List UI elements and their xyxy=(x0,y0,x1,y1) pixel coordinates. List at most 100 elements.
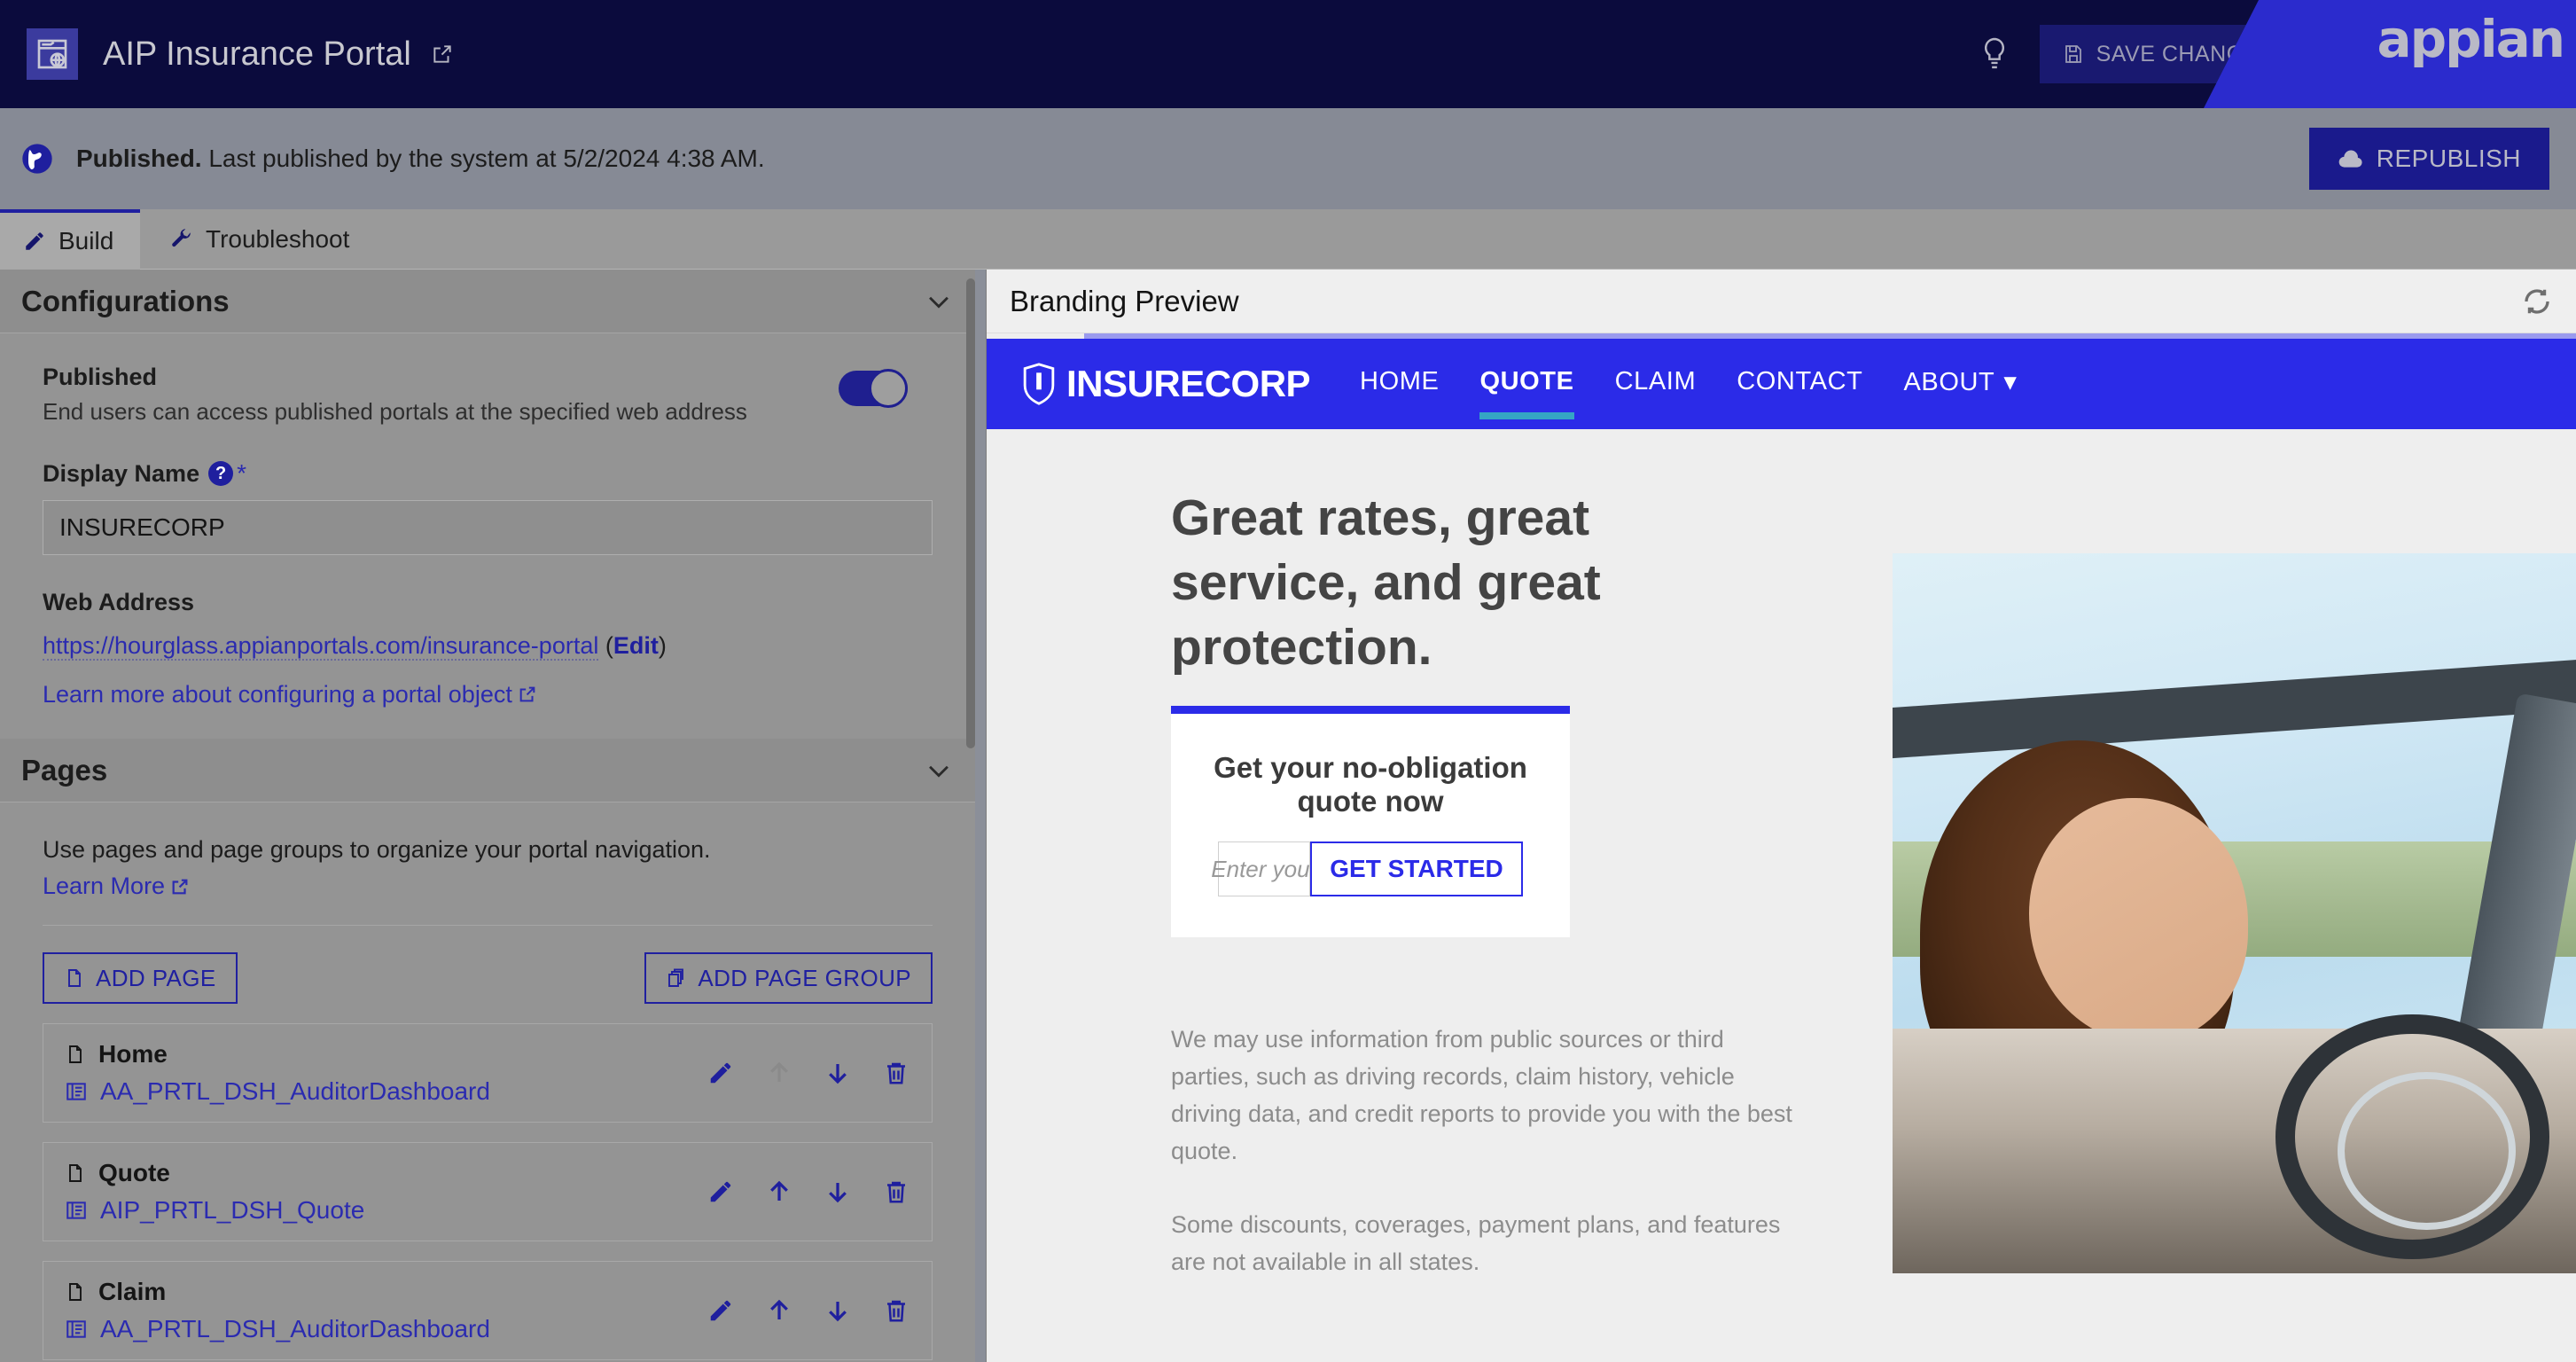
left-panel-scrollbar[interactable] xyxy=(966,270,975,1362)
chevron-down-icon: ▾ xyxy=(2003,367,2018,396)
web-address-link[interactable]: https://hourglass.appianportals.com/insu… xyxy=(43,632,599,661)
move-page-down-button[interactable] xyxy=(824,1296,852,1325)
quote-email-input[interactable]: Enter your xyxy=(1211,841,1317,896)
pencil-icon xyxy=(710,1062,731,1084)
move-page-down-button[interactable] xyxy=(824,1178,852,1206)
arrow-down-icon xyxy=(829,1302,847,1322)
scrollbar-thumb[interactable] xyxy=(966,278,975,748)
configurations-body: Published End users can access published… xyxy=(0,333,975,708)
external-link-icon[interactable] xyxy=(431,43,454,66)
page-row-actions xyxy=(706,1296,910,1325)
save-disk-icon xyxy=(2065,45,2081,63)
add-page-group-button[interactable]: ADD PAGE GROUP xyxy=(644,952,933,1004)
external-link-icon[interactable] xyxy=(518,685,537,704)
page-list-item[interactable]: Quote AIP_PRTL_DSH_Quote xyxy=(43,1142,933,1241)
refresh-icon[interactable] xyxy=(2521,286,2553,317)
page-title-row: Quote xyxy=(65,1159,706,1187)
display-name-label-row: Display Name ? * xyxy=(43,459,933,488)
page-icon xyxy=(69,1164,82,1182)
hero-heading: Great rates, great service, and great pr… xyxy=(1171,489,1601,676)
chevron-down-icon[interactable] xyxy=(924,286,954,317)
site-nav-claim[interactable]: CLAIM xyxy=(1615,367,1697,402)
trash-icon xyxy=(887,1300,905,1322)
edit-page-button[interactable] xyxy=(706,1178,735,1206)
disclaimer-paragraph-1: We may use information from public sourc… xyxy=(1171,1026,1792,1164)
site-nav-contact[interactable]: CONTACT xyxy=(1737,367,1862,402)
web-address-label-row: Web Address xyxy=(43,589,933,616)
publish-status-rest: Last published by the system at 5/2/2024… xyxy=(201,145,765,172)
add-page-button[interactable]: ADD PAGE xyxy=(43,952,238,1004)
tab-build[interactable]: Build xyxy=(0,209,140,270)
configurations-section-header[interactable]: Configurations xyxy=(0,270,975,333)
site-nav-links: HOME QUOTE CLAIM CONTACT ABOUT ▾ xyxy=(1360,366,2017,419)
site-nav-quote[interactable]: QUOTE xyxy=(1479,367,1574,419)
arrow-up-icon xyxy=(770,1061,788,1082)
interface-object-icon xyxy=(66,1202,86,1219)
appian-logo: appian xyxy=(2377,9,2565,69)
move-page-down-button[interactable] xyxy=(824,1059,852,1087)
chevron-down-icon[interactable] xyxy=(924,755,954,786)
web-address-row: https://hourglass.appianportals.com/insu… xyxy=(43,632,933,661)
delete-page-button[interactable] xyxy=(882,1059,910,1087)
external-link-icon[interactable] xyxy=(170,877,190,896)
trash-icon xyxy=(887,1062,905,1084)
page-list-item[interactable]: Home AA_PRTL_DSH_AuditorDashboard xyxy=(43,1023,933,1123)
page-name: Quote xyxy=(98,1159,170,1186)
edit-paren-close: ) xyxy=(658,632,667,659)
lightbulb-icon[interactable] xyxy=(1965,25,2024,83)
question-mark-icon[interactable]: ? xyxy=(208,461,234,486)
page-row-actions xyxy=(706,1178,910,1206)
site-logo[interactable]: INSURECORP xyxy=(1022,363,1311,405)
edit-link[interactable]: Edit xyxy=(613,632,659,659)
quote-card-title: Get your no-obligation quote now xyxy=(1214,751,1527,818)
shield-icon xyxy=(1023,363,1055,405)
web-address-label: Web Address xyxy=(43,589,195,615)
delete-page-button[interactable] xyxy=(882,1178,910,1206)
pages-section-header[interactable]: Pages xyxy=(0,739,975,802)
edit-page-button[interactable] xyxy=(706,1296,735,1325)
display-name-value: INSURECORP xyxy=(59,513,225,541)
arrow-down-icon xyxy=(829,1183,847,1203)
published-label: Published xyxy=(43,364,158,390)
move-page-up-button[interactable] xyxy=(765,1178,793,1206)
page-object-row[interactable]: AA_PRTL_DSH_AuditorDashboard xyxy=(65,1077,706,1106)
tab-troubleshoot[interactable]: Troubleshoot xyxy=(147,209,372,270)
branding-preview-header: Branding Preview xyxy=(987,270,2576,333)
get-started-button[interactable]: GET STARTED xyxy=(1310,841,1523,896)
pencil-icon xyxy=(26,232,43,250)
page-icon xyxy=(69,1283,82,1301)
arrow-up-icon xyxy=(770,1180,788,1201)
page-list-item[interactable]: Claim AA_PRTL_DSH_AuditorDashboard xyxy=(43,1261,933,1360)
arrow-down-icon xyxy=(829,1064,847,1084)
add-page-group-label: ADD PAGE GROUP xyxy=(698,964,911,991)
publish-status-bold: Published. xyxy=(76,145,202,172)
configurations-learn-more-link[interactable]: Learn more about configuring a portal ob… xyxy=(43,681,512,708)
pages-learn-more-link[interactable]: Learn More xyxy=(43,873,165,899)
page-object-row[interactable]: AA_PRTL_DSH_AuditorDashboard xyxy=(65,1315,706,1343)
move-page-up-button[interactable] xyxy=(765,1059,793,1087)
branding-preview-title: Branding Preview xyxy=(1010,284,1239,317)
page-row-actions xyxy=(706,1059,910,1087)
published-toggle[interactable] xyxy=(839,369,908,408)
delete-page-button[interactable] xyxy=(882,1296,910,1325)
move-page-up-button[interactable] xyxy=(765,1296,793,1325)
published-toggle-row: Published End users can access published… xyxy=(43,333,933,426)
page-object-name: AA_PRTL_DSH_AuditorDashboard xyxy=(100,1315,490,1342)
tab-build-label: Build xyxy=(59,227,114,254)
required-marker: * xyxy=(237,459,246,487)
site-nav-about[interactable]: ABOUT ▾ xyxy=(1903,366,2017,403)
site-nav-home[interactable]: HOME xyxy=(1360,367,1439,402)
hero-disclaimer: We may use information from public sourc… xyxy=(1171,1022,1800,1281)
display-name-input[interactable]: INSURECORP xyxy=(43,500,933,555)
interface-object-icon xyxy=(66,1320,86,1338)
pencil-icon xyxy=(710,1300,731,1321)
republish-button[interactable]: REPUBLISH xyxy=(2308,128,2549,190)
wrench-icon xyxy=(172,229,191,247)
pages-title: Pages xyxy=(21,753,108,787)
hero-image xyxy=(1893,553,2576,1273)
page-object-row[interactable]: AIP_PRTL_DSH_Quote xyxy=(65,1196,706,1225)
divider xyxy=(43,925,933,926)
left-configuration-panel: Configurations Published End users can a… xyxy=(0,270,975,1362)
edit-page-button[interactable] xyxy=(706,1059,735,1087)
disclaimer-paragraph-2: Some discounts, coverages, payment plans… xyxy=(1171,1211,1781,1276)
